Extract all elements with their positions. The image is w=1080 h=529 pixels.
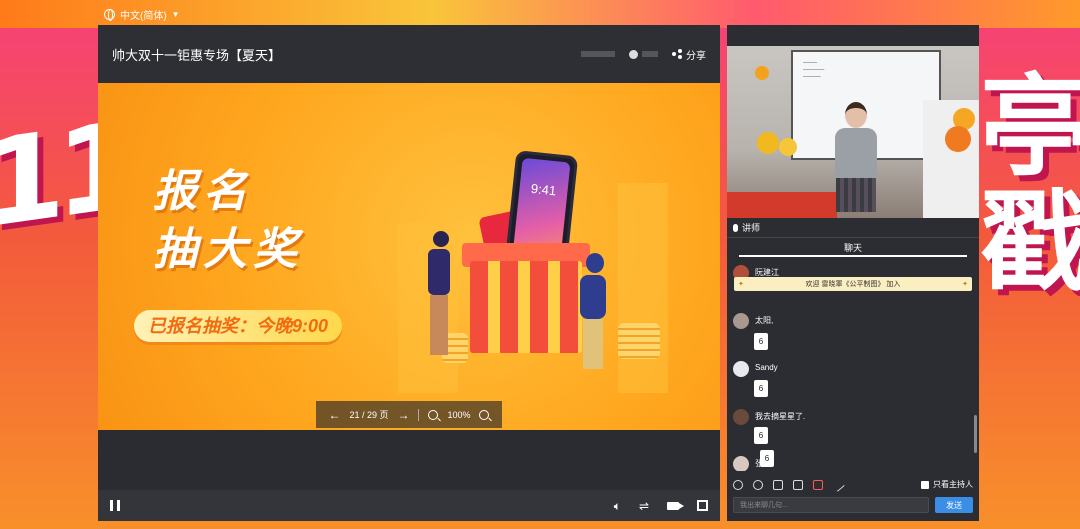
line-switch-icon[interactable]: ⇌	[639, 500, 649, 512]
slide-lottery-pill: 已报名抽奖：今晚9:00	[134, 310, 343, 342]
chat-message-text: 6	[760, 450, 774, 467]
balloon	[757, 132, 779, 154]
language-label: 中文(简体)	[120, 11, 167, 22]
zoom-in-icon[interactable]	[479, 409, 490, 420]
microphone-icon	[733, 223, 738, 232]
balloon	[779, 138, 797, 156]
document-icon[interactable]	[793, 479, 803, 490]
viewer-info	[581, 51, 615, 57]
player-controls-right: 🔈︎ ⇌	[614, 500, 708, 512]
presentation-player: 帅大双十一钜惠专场【夏天】 分享 报名 抽大奖 已报名抽奖：今晚9:00 9:4…	[98, 25, 720, 521]
slide-headline-line1: 报名	[153, 166, 253, 217]
next-page-button[interactable]: →	[397, 408, 409, 422]
chat-message-text: 6	[754, 333, 768, 350]
teacher-figure	[831, 102, 881, 218]
background-left-lettering: 11	[0, 96, 129, 257]
party-popper-icon: ✦	[962, 281, 968, 288]
share-button[interactable]: 分享	[672, 47, 706, 62]
balloon	[945, 126, 971, 152]
pause-button[interactable]	[110, 500, 120, 511]
chat-username: Sandy	[755, 363, 778, 372]
share-label: 分享	[686, 50, 706, 62]
chat-toolbar: 只看主持人	[727, 476, 979, 493]
zoom-level: 100%	[447, 409, 471, 420]
chat-scrollbar[interactable]	[974, 415, 977, 453]
chat-message: Sandy	[733, 361, 778, 377]
send-button[interactable]: 发送	[935, 497, 973, 513]
slide-building	[618, 183, 668, 393]
player-letterbox	[98, 430, 720, 490]
coin-stack-illustration	[618, 323, 660, 359]
chat-message: 太阳,	[733, 313, 773, 329]
chat-username: 我去摘星星了.	[755, 412, 806, 421]
avatar	[733, 361, 749, 377]
player-controls: 🔈︎ ⇌	[98, 490, 720, 521]
pen-icon[interactable]	[830, 477, 846, 492]
chat-message-list: 阮建江 ✦ 欢迎 雷晓軍《公平制图》 加入 ✦ 太阳, 6 Sandy 6 我去…	[727, 259, 979, 471]
previous-page-button[interactable]: ←	[328, 408, 340, 422]
side-panel: ──── ────── ───── 讲师 聊天 阮建江 ✦ 欢迎 雷晓軍《公平制图》…	[727, 25, 979, 521]
avatar	[733, 409, 749, 425]
avatar	[733, 456, 749, 471]
avatar	[733, 313, 749, 329]
share-icon	[672, 49, 682, 59]
host-only-label: 只看主持人	[933, 480, 973, 489]
speaker-bar: 讲师	[727, 218, 979, 238]
man-illustration	[428, 231, 454, 361]
host-only-toggle[interactable]: 只看主持人	[921, 479, 973, 490]
pager-divider	[418, 408, 420, 421]
chat-message: 我去摘星星了.	[733, 409, 805, 425]
host-info	[629, 49, 658, 59]
whiteboard-writing: ──── ────── ─────	[803, 60, 825, 80]
teacher-video[interactable]: ──── ────── ─────	[727, 46, 979, 218]
party-popper-icon: ✦	[738, 281, 744, 288]
zoom-out-icon[interactable]	[428, 409, 439, 420]
balloon	[755, 66, 769, 80]
chat-message-text: 6	[754, 427, 768, 444]
woman-illustration	[580, 253, 610, 373]
page-title: 帅大双十一钜惠专场【夏天】	[112, 47, 282, 63]
volume-icon[interactable]: 🔈︎	[614, 500, 621, 512]
host-only-checkbox[interactable]	[921, 480, 929, 489]
slide-headline: 报名 抽大奖	[153, 163, 303, 279]
camera-icon[interactable]	[667, 501, 684, 510]
join-notice-text: 欢迎 雷晓軍《公平制图》 加入	[805, 281, 901, 288]
presentation-slide: 报名 抽大奖 已报名抽奖：今晚9:00 9:41 ← 21 / 29 页 → 1…	[98, 83, 720, 430]
host-avatar	[629, 49, 638, 59]
speaker-label: 讲师	[742, 223, 761, 233]
chat-input-row: 发送	[733, 497, 973, 513]
emoji-icon[interactable]	[733, 479, 743, 490]
page-indicator: 21 / 29 页	[349, 410, 389, 420]
player-header: 帅大双十一钜惠专场【夏天】 分享	[98, 25, 720, 83]
chat-username: 太阳,	[755, 316, 774, 325]
chat-input[interactable]	[733, 497, 929, 513]
slide-headline-line2: 抽大奖	[153, 224, 303, 275]
chevron-down-icon: ▼	[171, 10, 180, 19]
language-selector[interactable]: 中文(简体) ▼	[104, 7, 180, 22]
bell-icon[interactable]	[813, 479, 823, 490]
globe-icon	[104, 9, 115, 21]
join-notice: ✦ 欢迎 雷晓軍《公平制图》 加入 ✦	[734, 277, 972, 291]
tab-chat[interactable]: 聊天	[727, 238, 979, 258]
gift-icon[interactable]	[753, 479, 763, 490]
slide-pager: ← 21 / 29 页 → 100%	[316, 401, 502, 428]
fullscreen-icon[interactable]	[697, 500, 708, 511]
red-table	[727, 192, 837, 218]
gift-box-illustration	[470, 261, 582, 353]
calendar-icon[interactable]	[773, 479, 783, 490]
chat-message-text: 6	[754, 380, 768, 397]
background-right-lettering: 亭戳	[980, 63, 1080, 307]
